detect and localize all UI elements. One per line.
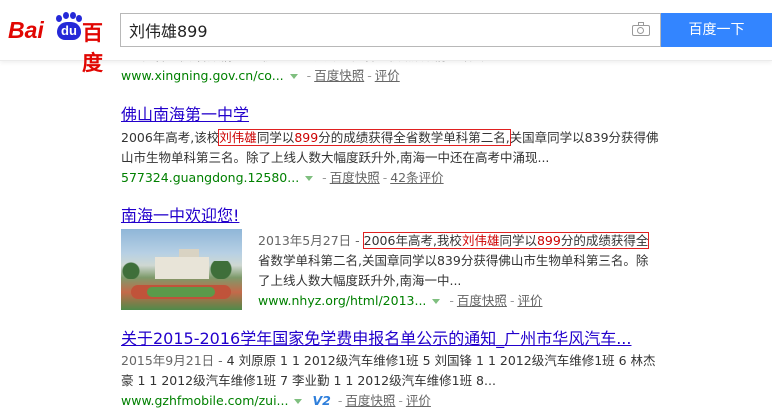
- search-button[interactable]: 百度一下: [661, 13, 772, 47]
- result-url[interactable]: www.nhyz.org/html/2013...: [258, 293, 426, 308]
- result-meta: www.xingning.gov.cn/co... - 百度快照 - 评价: [121, 68, 400, 83]
- result-title[interactable]: 南海一中欢迎您!: [121, 202, 661, 226]
- search-result: 南海一中欢迎您!: [121, 202, 661, 226]
- result-url[interactable]: 577324.guangdong.12580...: [121, 170, 299, 185]
- search-result: 关于2015-2016学年国家免学费申报名单公示的通知_广州市华风汽车... 2…: [121, 325, 661, 411]
- search-box: [120, 13, 661, 47]
- result-meta: www.nhyz.org/html/2013... - 百度快照 - 评价: [258, 293, 543, 308]
- result-abstract: 2015年9月21日 - 4 刘原原 1 1 2012级汽车维修1班 5 刘国锋…: [121, 353, 656, 388]
- snapshot-link[interactable]: 百度快照: [457, 293, 507, 308]
- result-abstract: 2013年5月27日 - 2006年高考,我校刘伟雄同学以899分的成绩获得全省…: [258, 232, 650, 288]
- result-date: 2013年5月27日 -: [258, 233, 360, 248]
- search-input[interactable]: [129, 14, 609, 46]
- review-link[interactable]: 评价: [375, 68, 400, 83]
- review-link[interactable]: 评价: [517, 293, 542, 308]
- v2-badge[interactable]: V2: [312, 393, 330, 408]
- snapshot-link[interactable]: 百度快照: [345, 393, 395, 408]
- baidu-logo[interactable]: Bai du 百度: [8, 10, 112, 75]
- dropdown-arrow-icon[interactable]: [432, 298, 441, 304]
- result-url[interactable]: www.gzhfmobile.com/zui...: [121, 393, 288, 408]
- result-abstract: 2006年高考,该校刘伟雄同学以899分的成绩获得全省数学单科第二名,关国章同学…: [121, 129, 659, 165]
- snapshot-link[interactable]: 百度快照: [314, 68, 364, 83]
- result-date: 2015年9月21日 -: [121, 353, 223, 368]
- review-link[interactable]: 评价: [406, 393, 431, 408]
- logo-du: du: [61, 23, 77, 38]
- result-title[interactable]: 关于2015-2016学年国家免学费申报名单公示的通知_广州市华风汽车...: [121, 325, 661, 349]
- result-url[interactable]: www.xingning.gov.cn/co...: [121, 68, 284, 83]
- result-thumbnail-image[interactable]: [121, 229, 242, 310]
- review-link[interactable]: 42条评价: [390, 170, 443, 185]
- result-meta: 577324.guangdong.12580... - 百度快照 -42条评价: [121, 170, 444, 185]
- logo-bai: Bai: [8, 17, 44, 43]
- result-meta: www.gzhfmobile.com/zui... V2- 百度快照 - 评价: [121, 393, 431, 408]
- snapshot-link[interactable]: 百度快照: [330, 170, 380, 185]
- logo-cn: 百度: [82, 22, 103, 75]
- dropdown-arrow-icon[interactable]: [305, 175, 314, 181]
- search-result: 佛山南海第一中学 2006年高考,该校刘伟雄同学以899分的成绩获得全省数学单科…: [121, 101, 661, 188]
- dropdown-arrow-icon[interactable]: [294, 398, 303, 404]
- highlight-box: 2006年高考,我校刘伟雄同学以899分的成绩获得全: [362, 232, 650, 249]
- result-body: 2013年5月27日 - 2006年高考,我校刘伟雄同学以899分的成绩获得全省…: [258, 231, 650, 311]
- result-title[interactable]: 佛山南海第一中学: [121, 101, 661, 125]
- header-bar: Bai du 百度 百度一下: [0, 0, 772, 75]
- highlight-box: 刘伟雄同学以899分的成绩获得全省数学单科第二名,: [218, 129, 511, 146]
- camera-icon[interactable]: [632, 22, 650, 36]
- dropdown-arrow-icon[interactable]: [289, 73, 298, 79]
